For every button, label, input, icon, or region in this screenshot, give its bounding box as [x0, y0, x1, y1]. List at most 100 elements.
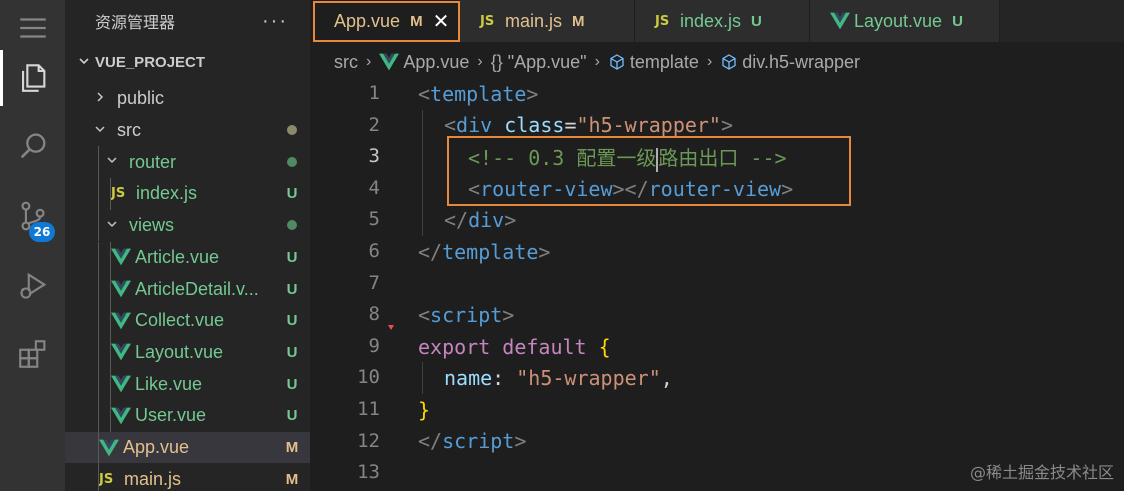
tab-app-vue[interactable]: App.vue M ✕	[310, 0, 460, 42]
code-line-5: </div>	[310, 204, 1124, 236]
tree-item-label: User.vue	[135, 405, 207, 426]
code-line-6: </template>	[418, 239, 551, 264]
js-file-icon: JS	[655, 13, 670, 29]
explorer-header: 资源管理器 ···	[65, 0, 310, 42]
code-line-4: <router-view></router-view>	[310, 172, 1124, 205]
tree-item-main-js[interactable]: JS main.js M	[65, 463, 310, 491]
chevron-right-icon: ›	[477, 53, 483, 70]
breadcrumb-src[interactable]: src	[334, 52, 358, 73]
status-dot	[274, 217, 310, 234]
source-control-badge: 26	[29, 222, 55, 242]
vue-file-icon	[111, 312, 131, 330]
tree-item-layout-vue[interactable]: Layout.vue U	[65, 336, 310, 369]
vue-file-icon	[99, 439, 119, 456]
js-file-icon: JS	[99, 471, 114, 487]
tree-item-label: public	[117, 88, 165, 109]
git-status-badge: M	[285, 470, 299, 488]
breadcrumb-template[interactable]: template	[608, 52, 699, 73]
tree-item-label: Like.vue	[135, 373, 203, 394]
tree-item-label: ArticleDetail.v...	[135, 278, 259, 299]
breadcrumb-module[interactable]: {} "App.vue"	[491, 52, 587, 73]
chevron-right-icon: ›	[594, 53, 600, 70]
js-file-icon: JS	[480, 13, 495, 29]
run-debug-icon[interactable]	[0, 258, 65, 314]
chevron-down-icon	[105, 217, 119, 235]
project-section-header[interactable]: VUE_PROJECT	[65, 46, 310, 78]
tab-status-badge: U	[751, 12, 762, 30]
git-status-badge: U	[286, 312, 298, 330]
chevron-down-icon	[105, 153, 119, 171]
breakpoint-marker-icon	[388, 325, 394, 330]
tab-label: index.js	[680, 10, 742, 31]
explorer-title: 资源管理器	[95, 15, 176, 32]
tree-item-label: index.js	[136, 183, 198, 204]
vue-file-icon	[111, 249, 131, 266]
chevron-down-icon	[93, 122, 107, 140]
tree-item-label: router	[129, 151, 177, 172]
vue-file-icon	[111, 407, 131, 425]
code-line-2: <div class="h5-wrapper">	[310, 109, 1124, 142]
git-status-badge: U	[286, 280, 298, 298]
project-name: VUE_PROJECT	[95, 53, 206, 71]
code-line-12: </script>	[418, 429, 527, 454]
code-line-3: <!-- 0.3 配置一级 路由出口 -->	[310, 141, 1124, 173]
code-line-1: <template>	[418, 81, 539, 106]
tab-status-badge: U	[952, 12, 963, 30]
editor-tabs: App.vue M ✕ JS main.js M JS index.js U Layout.vue…	[310, 0, 1124, 42]
close-tab-icon[interactable]: ✕	[433, 9, 450, 34]
vue-file-icon	[111, 344, 131, 361]
vue-file-icon	[830, 12, 850, 30]
vue-file-icon	[111, 280, 131, 298]
activity-bar: 26	[0, 0, 65, 491]
extensions-icon[interactable]	[0, 326, 65, 382]
tab-layout-vue[interactable]: Layout.vue U	[810, 0, 1000, 42]
code-line-9: export default {	[418, 334, 611, 359]
explorer-files-icon[interactable]	[0, 50, 65, 106]
tree-item-src[interactable]: src	[65, 115, 310, 147]
tree-item-label: Article.vue	[135, 246, 220, 267]
code-line-11: }	[418, 397, 431, 422]
git-status-badge: U	[286, 407, 298, 425]
explorer-sidebar: 资源管理器 ··· VUE_PROJECT public src router JS i…	[65, 0, 310, 491]
chevron-right-icon	[93, 90, 107, 108]
tree-item-articledetail-v[interactable]: ArticleDetail.v... U	[65, 273, 310, 305]
git-status-badge: U	[286, 343, 298, 361]
git-status-badge: U	[286, 185, 298, 203]
chevron-right-icon: ›	[706, 53, 713, 70]
tree-item-label: App.vue	[123, 437, 190, 458]
tab-index-js[interactable]: JS index.js U	[635, 0, 810, 42]
tab-main-js[interactable]: JS main.js M	[460, 0, 635, 42]
tree-item-public[interactable]: public	[65, 83, 310, 115]
search-icon[interactable]	[0, 118, 65, 174]
tree-item-label: Collect.vue	[135, 310, 225, 331]
breadcrumb-app-vue[interactable]: App.vue	[379, 52, 469, 73]
vue-file-icon	[379, 53, 400, 71]
tree-item-like-vue[interactable]: Like.vue U	[65, 368, 310, 400]
tree-item-user-vue[interactable]: User.vue U	[65, 400, 310, 432]
tree-item-router[interactable]: router	[65, 146, 310, 179]
status-dot	[274, 154, 310, 171]
tree-item-app-vue[interactable]: App.vue M	[65, 431, 310, 464]
tree-item-collect-vue[interactable]: Collect.vue U	[65, 304, 310, 337]
tree-item-label: main.js	[124, 468, 182, 489]
tree-item-index-js[interactable]: JS index.js U	[65, 178, 310, 210]
chevron-down-icon	[73, 54, 95, 71]
hamburger-menu-icon[interactable]	[0, 0, 65, 56]
tree-item-views[interactable]: views	[65, 209, 310, 242]
tab-status-badge: M	[410, 12, 423, 30]
more-actions-icon[interactable]: ···	[262, 10, 288, 33]
tab-label: main.js	[505, 10, 563, 31]
tree-item-label: src	[117, 120, 141, 141]
js-file-icon: JS	[111, 186, 126, 202]
git-status-badge: U	[286, 248, 298, 266]
breadcrumb-div[interactable]: div.h5-wrapper	[720, 52, 860, 73]
code-line-10: name: "h5-wrapper",	[310, 362, 1124, 394]
tree-item-label: Layout.vue	[135, 341, 224, 362]
tree-item-label: views	[129, 215, 175, 236]
git-status-badge: U	[286, 375, 298, 393]
cube-symbol-icon	[722, 54, 736, 70]
tree-item-article-vue[interactable]: Article.vue U	[65, 241, 310, 274]
breadcrumb: src › App.vue › {} "App.vue" › template …	[310, 42, 1124, 82]
code-editor[interactable]: 1 2 3 4 5 6 7 8 9 10 11 12 13 <template> <div class=…	[310, 78, 1124, 491]
